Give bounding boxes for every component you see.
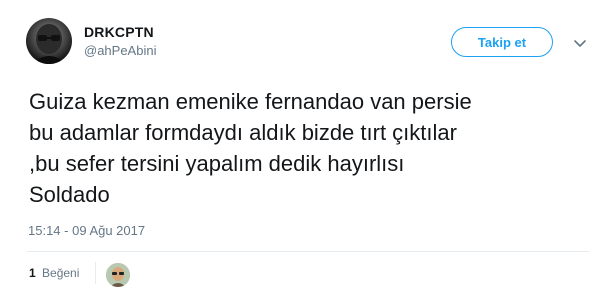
profile-avatar-icon[interactable] <box>26 18 72 64</box>
like-label: Beğeni <box>42 266 80 280</box>
user-handle[interactable]: @ahPeAbini <box>84 43 156 58</box>
tweet-card: DRKCPTN @ahPeAbini Takip et Guiza kezman… <box>0 0 615 306</box>
stats-divider <box>27 251 589 252</box>
stats-separator <box>95 262 96 284</box>
follow-button[interactable]: Takip et <box>451 27 553 57</box>
likes-stat[interactable]: 1 Beğeni <box>29 266 79 280</box>
liker-avatar-icon[interactable] <box>106 263 130 287</box>
like-count: 1 <box>29 266 36 280</box>
chevron-down-icon[interactable] <box>573 36 587 50</box>
tweet-text: Guiza kezman emenike fernandao van persi… <box>29 89 472 207</box>
tweet-timestamp[interactable]: 15:14 - 09 Ağu 2017 <box>28 223 145 238</box>
display-name[interactable]: DRKCPTN <box>84 24 154 40</box>
